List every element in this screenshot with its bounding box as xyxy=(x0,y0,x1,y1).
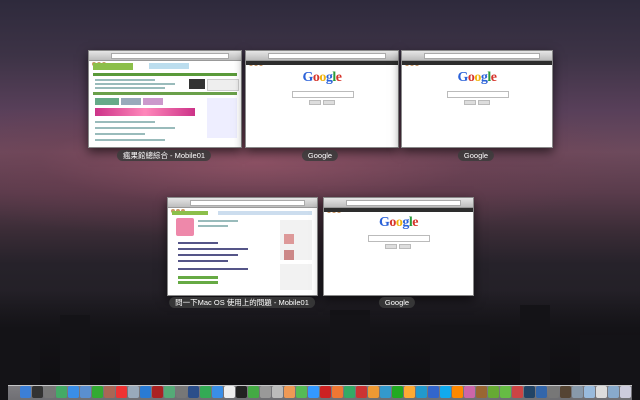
applications-stack-icon[interactable] xyxy=(608,386,619,398)
xcode-icon[interactable] xyxy=(380,386,391,398)
mail-icon[interactable] xyxy=(80,386,91,398)
evernote-icon[interactable] xyxy=(500,386,511,398)
keynote-icon[interactable] xyxy=(308,386,319,398)
image-capture-icon[interactable] xyxy=(572,386,583,398)
page-content: Google xyxy=(324,208,473,295)
mission-control-icon[interactable] xyxy=(56,386,67,398)
page-content: Google xyxy=(246,61,398,147)
window-title-label: Google xyxy=(457,150,495,161)
browser-toolbar xyxy=(168,198,317,213)
search-input[interactable] xyxy=(292,91,354,98)
activity-monitor-icon[interactable] xyxy=(248,386,259,398)
lucky-button[interactable] xyxy=(399,244,411,249)
quicktime-icon[interactable] xyxy=(188,386,199,398)
page-content xyxy=(168,208,317,295)
window-title-label: 瘋果館總綜合 - Mobile01 xyxy=(116,150,212,161)
safari-icon[interactable] xyxy=(68,386,79,398)
launchpad-icon[interactable] xyxy=(44,386,55,398)
itunes-icon[interactable] xyxy=(140,386,151,398)
google-logo: Google xyxy=(379,215,418,230)
documents-stack-icon[interactable] xyxy=(596,386,607,398)
window-thumbnail-google[interactable]: Google xyxy=(323,197,474,296)
window-title-label: Google xyxy=(378,297,416,308)
window-title-label: Google xyxy=(301,150,339,161)
spotify-icon[interactable] xyxy=(488,386,499,398)
browser-toolbar xyxy=(246,51,398,66)
system-preferences-icon[interactable] xyxy=(176,386,187,398)
illustrator-icon[interactable] xyxy=(368,386,379,398)
word-icon[interactable] xyxy=(428,386,439,398)
search-button[interactable] xyxy=(309,100,321,105)
photoshop-icon[interactable] xyxy=(416,386,427,398)
window-thumbnail-google[interactable]: Google xyxy=(245,50,399,148)
google-logo: Google xyxy=(457,70,497,85)
skype-icon[interactable] xyxy=(440,386,451,398)
window-thumbnail-mobile01-forum[interactable] xyxy=(88,50,242,148)
firefox-icon[interactable] xyxy=(332,386,343,398)
downloads-stack-icon[interactable] xyxy=(584,386,595,398)
dreamweaver-icon[interactable] xyxy=(344,386,355,398)
app-store-icon[interactable] xyxy=(212,386,223,398)
disk-utility-icon[interactable] xyxy=(260,386,271,398)
calculator-icon[interactable] xyxy=(548,386,559,398)
trash-icon[interactable] xyxy=(620,386,631,398)
dashboard-icon[interactable] xyxy=(32,386,43,398)
lucky-button[interactable] xyxy=(323,100,335,105)
terminal-icon[interactable] xyxy=(236,386,247,398)
transmission-icon[interactable] xyxy=(512,386,523,398)
preview-icon[interactable] xyxy=(128,386,139,398)
browser-toolbar xyxy=(402,51,552,66)
excel-icon[interactable] xyxy=(392,386,403,398)
search-input[interactable] xyxy=(368,235,430,242)
numbers-icon[interactable] xyxy=(296,386,307,398)
browser-toolbar xyxy=(324,198,473,213)
textedit-icon[interactable] xyxy=(224,386,235,398)
filezilla-icon[interactable] xyxy=(320,386,331,398)
growl-icon[interactable] xyxy=(476,386,487,398)
ical-icon[interactable] xyxy=(116,386,127,398)
virtualbox-icon[interactable] xyxy=(536,386,547,398)
facetime-icon[interactable] xyxy=(92,386,103,398)
lucky-button[interactable] xyxy=(478,100,490,105)
address-book-icon[interactable] xyxy=(104,386,115,398)
search-button[interactable] xyxy=(385,244,397,249)
dock-icons xyxy=(20,386,631,398)
window-thumbnail-mobile01-thread[interactable] xyxy=(167,197,318,296)
time-machine-icon[interactable] xyxy=(200,386,211,398)
vlc-icon[interactable] xyxy=(452,386,463,398)
search-button[interactable] xyxy=(464,100,476,105)
search-input[interactable] xyxy=(447,91,509,98)
script-editor-icon[interactable] xyxy=(272,386,283,398)
finder-icon[interactable] xyxy=(20,386,31,398)
pages-icon[interactable] xyxy=(284,386,295,398)
colorsync-icon[interactable] xyxy=(464,386,475,398)
iphoto-icon[interactable] xyxy=(164,386,175,398)
photo-booth-icon[interactable] xyxy=(152,386,163,398)
page-content: Google xyxy=(402,61,552,147)
outlook-icon[interactable] xyxy=(404,386,415,398)
flash-icon[interactable] xyxy=(356,386,367,398)
chess-icon[interactable] xyxy=(560,386,571,398)
window-thumbnail-google[interactable]: Google xyxy=(401,50,553,148)
window-title-label: 問一下Mac OS 使用上的問題 - Mobile01 xyxy=(169,297,315,308)
steam-icon[interactable] xyxy=(524,386,535,398)
page-content xyxy=(89,61,241,147)
browser-toolbar xyxy=(89,51,241,66)
dock xyxy=(8,385,632,400)
google-logo: Google xyxy=(302,70,342,85)
